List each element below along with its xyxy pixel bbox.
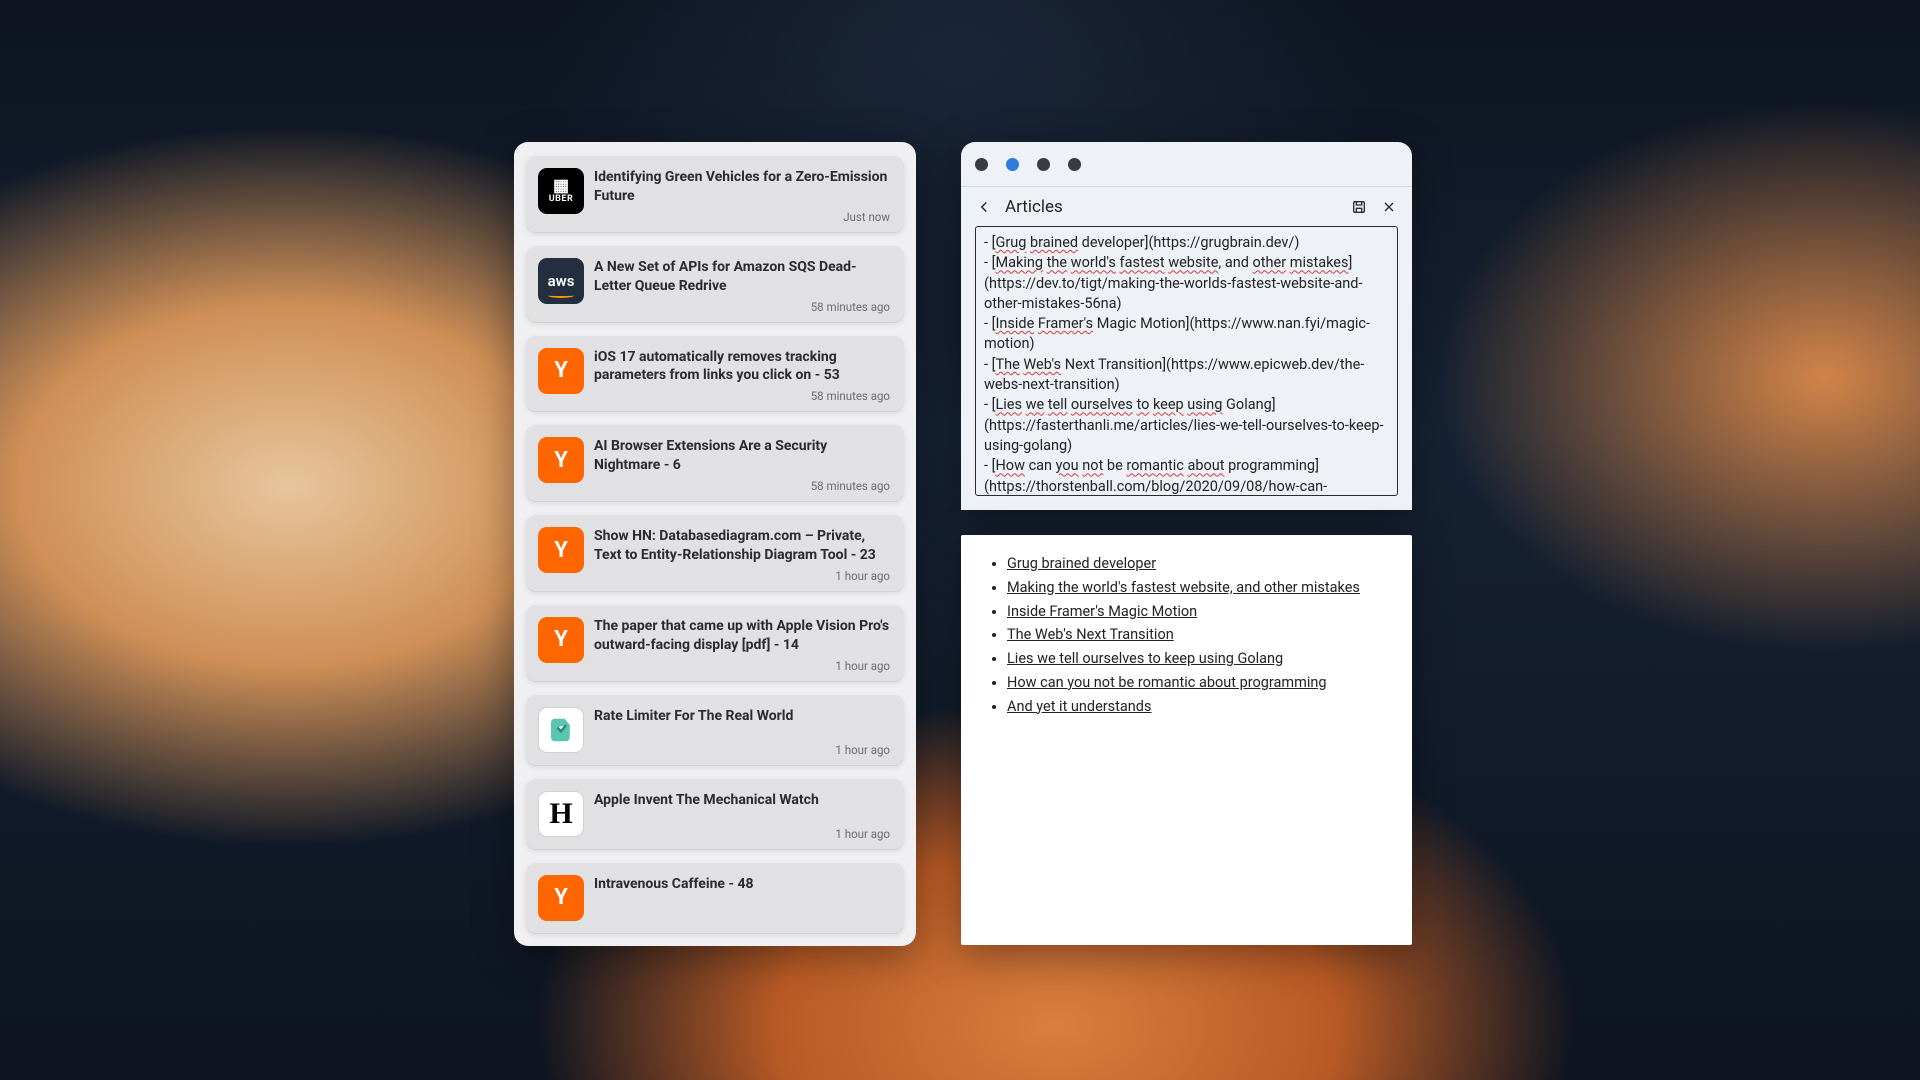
preview-card: Grug brained developer Making the world's… [961, 535, 1412, 945]
list-item: And yet it understands [1007, 696, 1390, 718]
list-item: The Web's Next Transition [1007, 624, 1390, 646]
notification-card[interactable]: YiOS 17 automatically removes tracking p… [526, 336, 904, 412]
notification-card[interactable]: Rate Limiter For The Real World 1 hour ag… [526, 695, 904, 765]
uber-icon: ▦UBER [538, 168, 584, 214]
back-icon[interactable] [975, 198, 993, 216]
notification-card[interactable]: ▦UBER Identifying Green Vehicles for a Ze… [526, 156, 904, 232]
notification-time: Just now [843, 210, 890, 224]
save-icon[interactable] [1350, 198, 1368, 216]
notification-title: A New Set of APIs for Amazon SQS Dead-Le… [594, 258, 890, 296]
notes-editor[interactable]: - [Grug brained developer](https://grugb… [975, 226, 1398, 496]
notification-title: iOS 17 automatically removes tracking pa… [594, 348, 890, 386]
notification-card[interactable]: aws A New Set of APIs for Amazon SQS Dead… [526, 246, 904, 322]
preview-link[interactable]: Inside Framer's Magic Motion [1007, 603, 1197, 620]
notes-window: Articles - [Grug brained developer](http… [961, 142, 1412, 510]
notification-time: 1 hour ago [835, 827, 890, 841]
preview-link[interactable]: Grug brained developer [1007, 555, 1156, 572]
notification-card[interactable]: Y Show HN: Databasediagram.com – Private,… [526, 515, 904, 591]
list-item: Inside Framer's Magic Motion [1007, 601, 1390, 623]
hn-icon: Y [538, 437, 584, 483]
notification-title: The paper that came up with Apple Vision… [594, 617, 890, 655]
notification-time: 58 minutes ago [811, 300, 890, 314]
notification-card[interactable]: H Apple Invent The Mechanical Watch 1 hour… [526, 779, 904, 849]
list-item: Lies we tell ourselves to keep using Gol… [1007, 648, 1390, 670]
dev-icon [538, 707, 584, 753]
window-titlebar[interactable] [961, 142, 1412, 186]
hackaday-icon: H [538, 791, 584, 837]
hn-icon: Y [538, 527, 584, 573]
aws-icon: aws [538, 258, 584, 304]
notification-card[interactable]: Y The paper that came up with Apple Visio… [526, 605, 904, 681]
preview-list: Grug brained developer Making the world's… [983, 553, 1390, 717]
notification-title: AI Browser Extensions Are a Security Nig… [594, 437, 890, 475]
list-item: Making the world's fastest website, and … [1007, 577, 1390, 599]
note-title: Articles [1005, 197, 1338, 217]
preview-link[interactable]: And yet it understands [1007, 698, 1151, 715]
notes-toolbar: Articles [961, 186, 1412, 226]
editor-line[interactable]: - [The Web's Next Transition](https://ww… [984, 355, 1389, 396]
notification-title: Identifying Green Vehicles for a Zero-Em… [594, 168, 890, 206]
notification-time: 1 hour ago [835, 743, 890, 757]
list-item: How can you not be romantic about progra… [1007, 672, 1390, 694]
preview-link[interactable]: The Web's Next Transition [1007, 626, 1174, 643]
hn-icon: Y [538, 875, 584, 921]
workspace-dot-1[interactable] [975, 158, 988, 171]
editor-line[interactable]: - [How can you not be romantic about pro… [984, 456, 1389, 496]
close-icon[interactable] [1380, 198, 1398, 216]
editor-line[interactable]: - [Making the world's fastest website, a… [984, 253, 1389, 314]
preview-link[interactable]: How can you not be romantic about progra… [1007, 674, 1327, 691]
hn-icon: Y [538, 348, 584, 394]
list-item: Grug brained developer [1007, 553, 1390, 575]
notification-title: Apple Invent The Mechanical Watch [594, 791, 890, 810]
editor-line[interactable]: - [Lies we tell ourselves to keep using … [984, 395, 1389, 456]
preview-link[interactable]: Making the world's fastest website, and … [1007, 579, 1360, 596]
hn-icon: Y [538, 617, 584, 663]
editor-line[interactable]: - [Inside Framer's Magic Motion](https:/… [984, 314, 1389, 355]
notification-time: 58 minutes ago [811, 479, 890, 493]
notification-time: 58 minutes ago [811, 389, 890, 403]
notification-card[interactable]: Y Intravenous Caffeine - 48 [526, 863, 904, 933]
preview-link[interactable]: Lies we tell ourselves to keep using Gol… [1007, 650, 1283, 667]
notification-time: 1 hour ago [835, 569, 890, 583]
notification-title: Show HN: Databasediagram.com – Private, … [594, 527, 890, 565]
workspace-dot-3[interactable] [1037, 158, 1050, 171]
notifications-panel[interactable]: ▦UBER Identifying Green Vehicles for a Ze… [514, 142, 916, 946]
workspace-dot-2[interactable] [1006, 158, 1019, 171]
notification-card[interactable]: Y AI Browser Extensions Are a Security Ni… [526, 425, 904, 501]
editor-line[interactable]: - [Grug brained developer](https://grugb… [984, 233, 1389, 253]
notification-title: Rate Limiter For The Real World [594, 707, 890, 726]
notification-title: Intravenous Caffeine - 48 [594, 875, 890, 894]
notification-time: 1 hour ago [835, 659, 890, 673]
workspace-dot-4[interactable] [1068, 158, 1081, 171]
